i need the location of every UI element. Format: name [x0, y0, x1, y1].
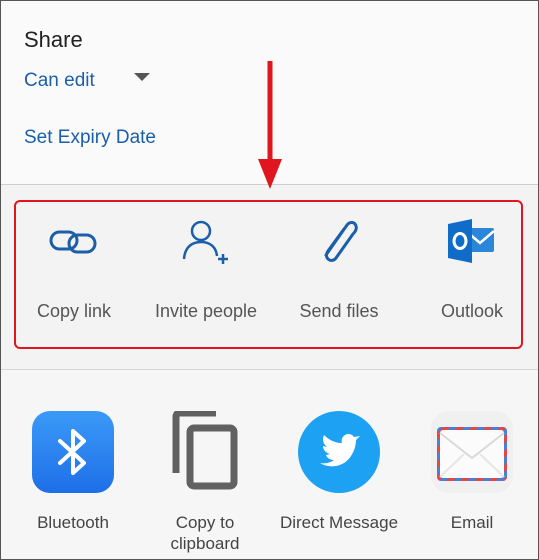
set-expiry-link[interactable]: Set Expiry Date — [24, 127, 156, 149]
app-bluetooth[interactable]: Bluetooth — [13, 411, 133, 533]
app-label: Email — [450, 513, 494, 532]
app-label: Bluetooth — [37, 513, 109, 532]
clipboard-icon — [164, 409, 246, 493]
app-label: Copy to clipboard — [170, 513, 240, 553]
red-arrow-annotation — [257, 58, 283, 191]
bluetooth-icon — [32, 411, 114, 493]
chevron-down-icon[interactable] — [134, 73, 150, 81]
share-sheet: Share Can edit Set Expiry Date Copy link… — [0, 0, 539, 560]
app-label: Direct Message — [279, 513, 399, 532]
share-title: Share — [24, 27, 83, 52]
app-copy-to-clipboard[interactable]: Copy to clipboard — [145, 409, 265, 554]
envelope-icon — [431, 411, 513, 493]
twitter-icon — [298, 411, 380, 493]
app-email[interactable]: Email — [412, 411, 532, 533]
permission-dropdown[interactable]: Can edit — [24, 70, 95, 92]
app-direct-message[interactable]: Direct Message — [279, 411, 399, 533]
highlight-box — [14, 200, 523, 349]
